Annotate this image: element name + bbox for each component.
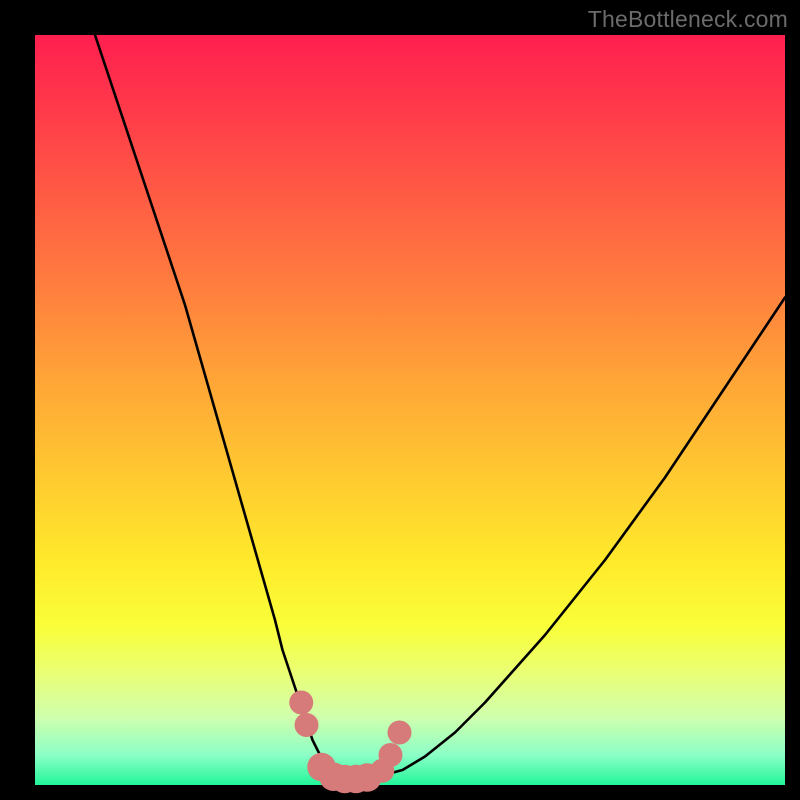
curve-marker-9	[388, 721, 412, 745]
watermark-text: TheBottleneck.com	[588, 6, 788, 33]
chart-svg	[35, 35, 785, 785]
bottleneck-curve	[95, 35, 785, 778]
curve-markers	[289, 691, 411, 794]
curve-marker-1	[295, 713, 319, 737]
curve-marker-8	[379, 743, 403, 767]
curve-marker-0	[289, 691, 313, 715]
plot-area	[35, 35, 785, 785]
chart-frame: TheBottleneck.com	[0, 0, 800, 800]
